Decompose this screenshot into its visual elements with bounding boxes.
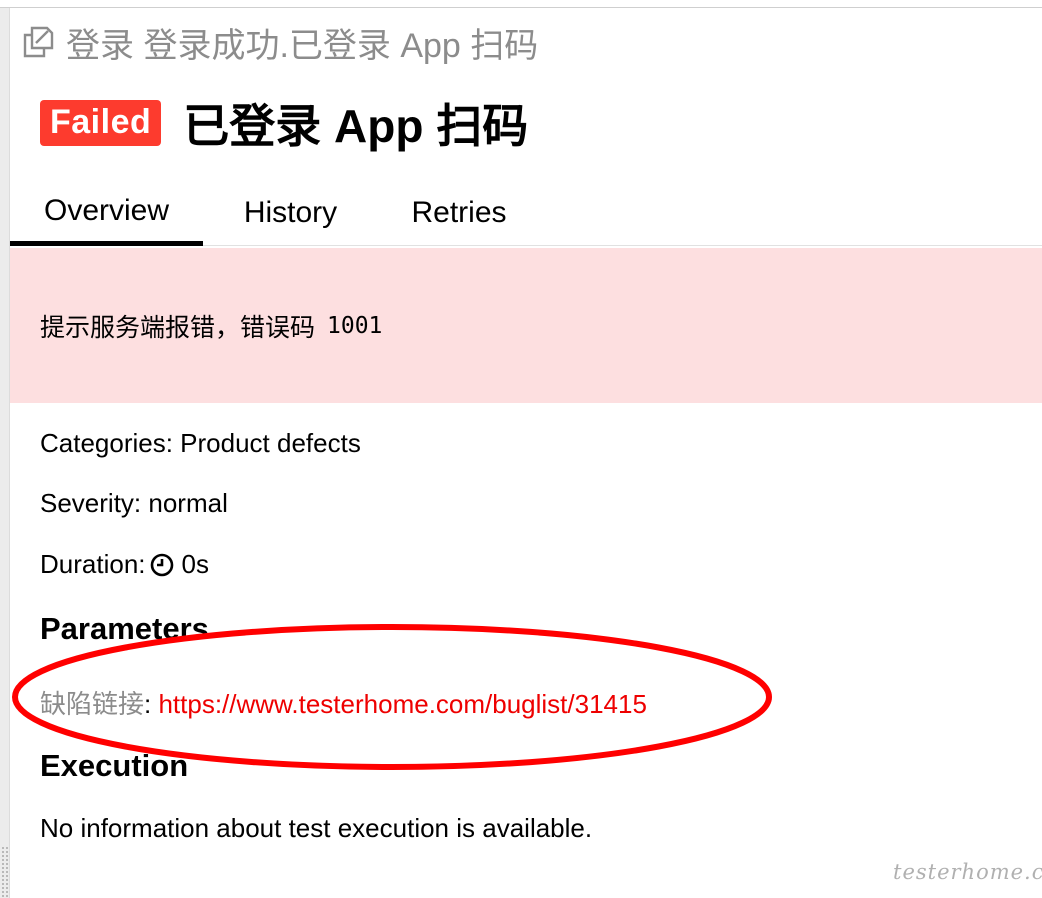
categories-line: Categories: Product defects [40, 428, 361, 458]
parameter-name: 缺陷链接 [40, 689, 145, 719]
watermark: testerhome.com [893, 860, 1042, 884]
parameter-separator: : [144, 689, 159, 719]
copy-icon[interactable] [20, 24, 56, 60]
parameter-row: 缺陷链接: https://www.testerhome.com/buglist… [40, 684, 647, 721]
execution-text: No information about test execution is a… [40, 813, 593, 843]
tab-bar: Overview History Retries [10, 180, 1042, 246]
severity-line: Severity: normal [40, 488, 228, 518]
tab-retries[interactable]: Retries [378, 180, 540, 246]
page-title: 已登录 App 扫码 [183, 100, 529, 152]
clock-icon [150, 553, 173, 576]
breadcrumb-text: 登录 登录成功.已登录 App 扫码 [66, 26, 539, 65]
error-message: 提示服务端报错，错误码 [40, 313, 316, 342]
status-badge: Failed [40, 100, 162, 146]
duration-label: Duration: [40, 549, 146, 579]
left-gutter [0, 8, 10, 898]
duration-value: 0s [181, 549, 209, 579]
breadcrumb: 登录 登录成功.已登录 App 扫码 [20, 22, 538, 65]
error-code: 1001 [327, 312, 383, 339]
resize-grip-icon[interactable] [1, 846, 8, 898]
tab-history[interactable]: History [203, 180, 378, 246]
tab-overview[interactable]: Overview [10, 180, 203, 246]
parameters-title: Parameters [40, 611, 209, 646]
error-message-panel: 提示服务端报错，错误码 1001 [10, 248, 1042, 403]
bug-link[interactable]: https://www.testerhome.com/buglist/31415 [158, 689, 646, 719]
window-top-border [0, 0, 1042, 8]
execution-title: Execution [40, 748, 189, 783]
test-result-page: 登录 登录成功.已登录 App 扫码 Failed 已登录 App 扫码 Ove… [0, 0, 1042, 898]
duration-line: Duration: 0s [40, 549, 209, 580]
title-row: Failed 已登录 App 扫码 [40, 88, 528, 158]
